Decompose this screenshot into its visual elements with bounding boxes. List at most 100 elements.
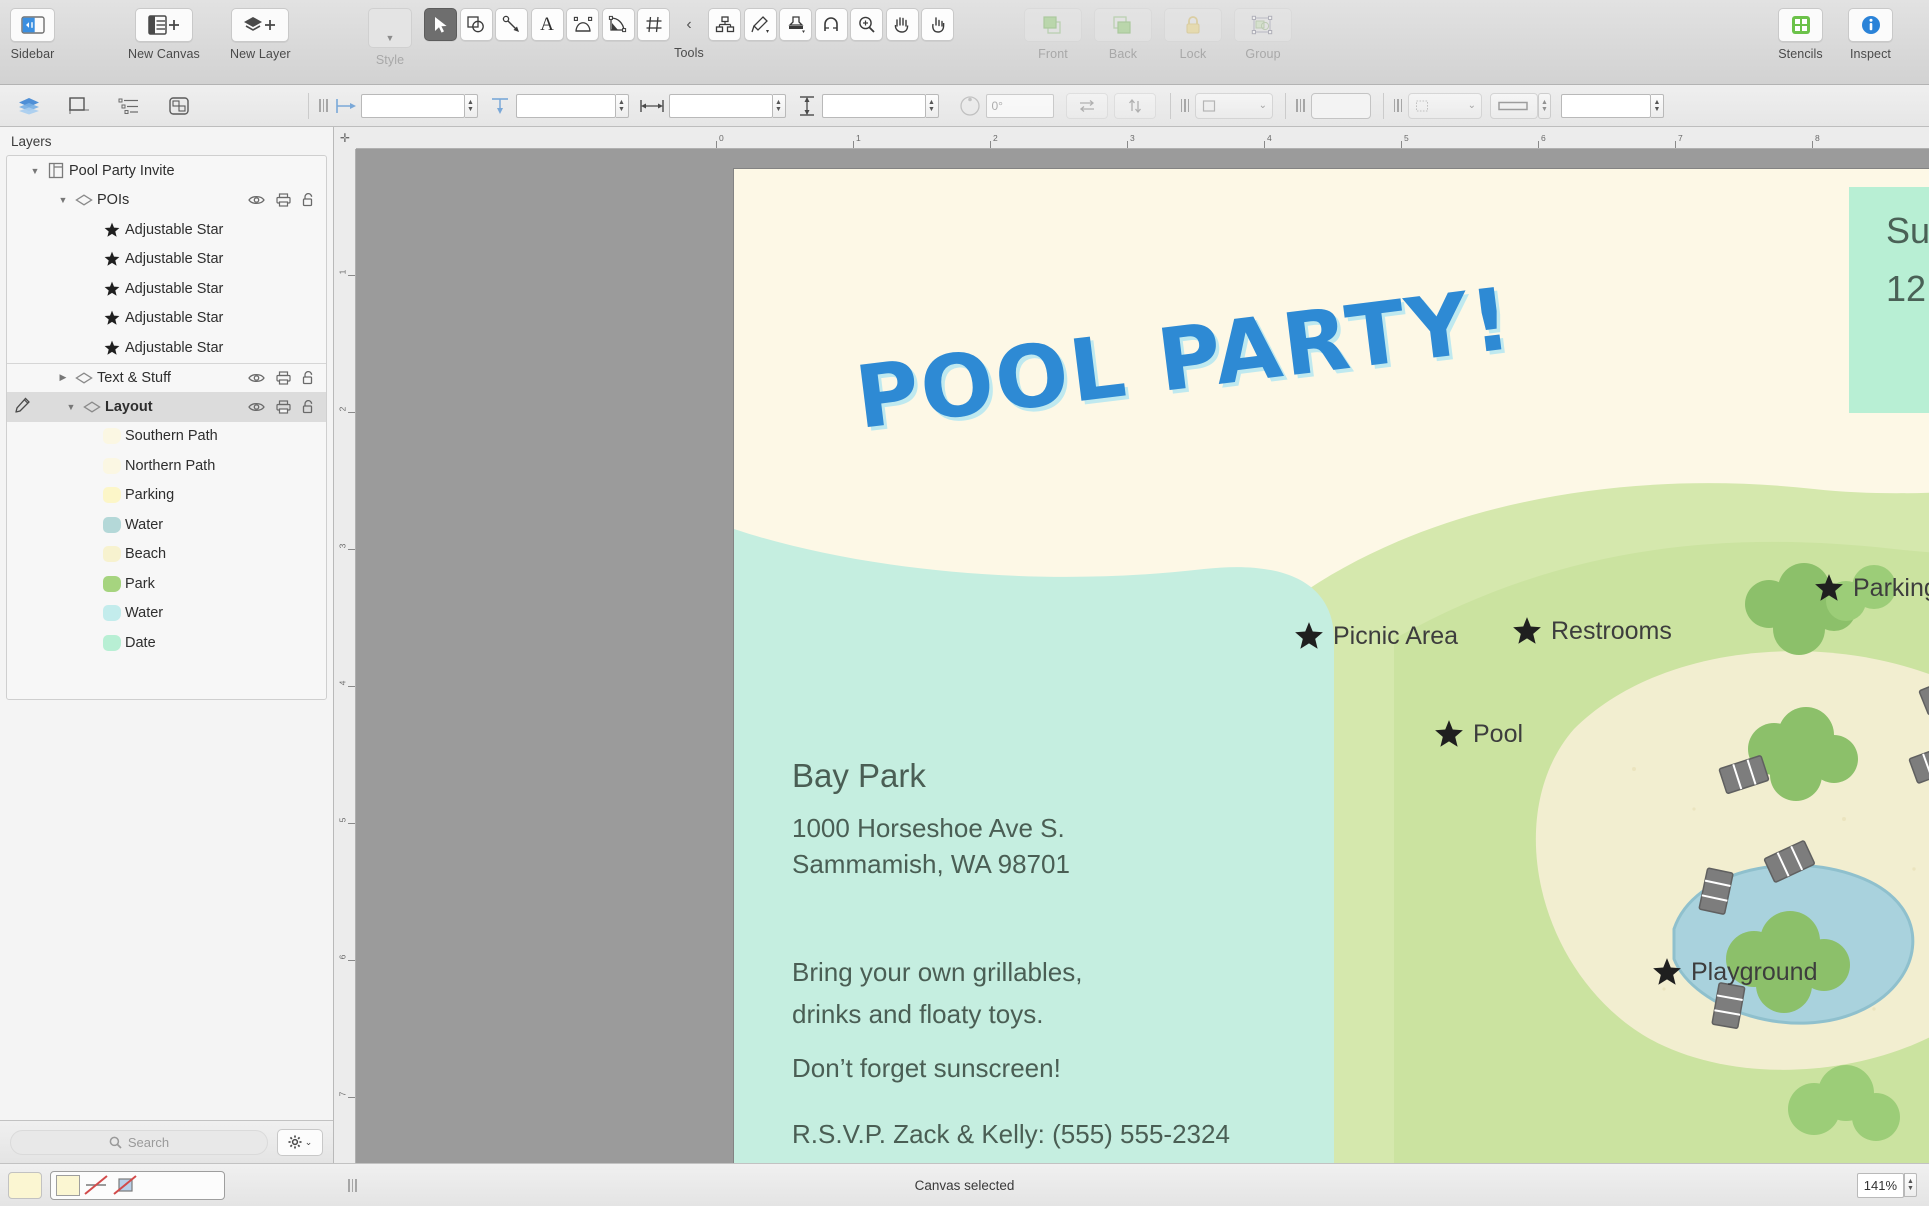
print-icon[interactable] — [276, 400, 291, 414]
disclosure-triangle[interactable]: ▼ — [27, 166, 43, 176]
sidebar-toggle[interactable]: Sidebar — [10, 8, 55, 61]
layer-row-adjustable-star[interactable]: Adjustable Star — [7, 333, 326, 363]
shape-select[interactable]: ⌄ — [1195, 92, 1273, 119]
ruler-origin[interactable]: ✛ — [334, 127, 356, 149]
layer-row-parking[interactable]: Parking — [7, 481, 326, 511]
hand-tool-button[interactable] — [885, 8, 919, 41]
layer-row-adjustable-star[interactable]: Adjustable Star — [7, 274, 326, 304]
vertical-ruler[interactable]: 1 2 3 4 5 6 7 — [334, 149, 356, 1163]
magnet-tool-button[interactable] — [814, 8, 848, 41]
rubber-stamp-button[interactable] — [779, 8, 812, 41]
layer-row-adjustable-star[interactable]: Adjustable Star — [7, 304, 326, 334]
layers-list[interactable]: ▼ Pool Party Invite ▼ POIs Adjustable Star Ad… — [6, 155, 327, 700]
edit-pencil-icon[interactable] — [15, 397, 30, 413]
map-poi-parking[interactable]: Parking — [1814, 573, 1929, 603]
new-canvas-icon-button[interactable] — [134, 8, 193, 42]
layer-row-layout[interactable]: ▼ Layout — [7, 392, 326, 422]
layer-row-pois[interactable]: ▼ POIs — [7, 186, 326, 216]
sidebar-actions-button[interactable]: ⌄ — [277, 1128, 323, 1156]
stencil-panel-button[interactable] — [160, 91, 198, 121]
x-position-stepper[interactable]: ▲ ▼ — [464, 93, 478, 118]
search-input[interactable]: Search — [10, 1129, 268, 1155]
map-poi-pool[interactable]: Pool — [1434, 719, 1523, 749]
visibility-eye-icon[interactable] — [248, 372, 265, 384]
x-position-input[interactable] — [360, 93, 465, 118]
map-poi-playground[interactable]: Playground — [1652, 957, 1817, 987]
line-width-stepper[interactable]: ▲ ▼ — [1538, 92, 1551, 119]
tools-prev-button[interactable]: ‹ — [673, 8, 706, 41]
no-stroke-icon[interactable] — [83, 1174, 109, 1196]
visibility-eye-icon[interactable] — [248, 401, 265, 413]
line-value-input[interactable] — [1561, 93, 1651, 118]
layer-controls[interactable] — [248, 399, 326, 414]
new-layer-icon-button[interactable] — [231, 8, 290, 42]
selection-tool-button[interactable] — [424, 8, 457, 41]
layer-controls[interactable] — [248, 193, 326, 207]
flip-vertical-button[interactable] — [1113, 92, 1156, 119]
disclosure-triangle[interactable]: ▶ — [55, 372, 71, 383]
new-layer-button[interactable]: New Layer — [230, 8, 291, 61]
layer-row-park[interactable]: Park — [7, 569, 326, 599]
layer-lock-icon[interactable] — [302, 370, 315, 385]
style-icon-button[interactable]: ▼ — [368, 8, 412, 48]
inspect-icon-button[interactable] — [1848, 8, 1893, 42]
y-position-stepper[interactable]: ▲ ▼ — [615, 93, 629, 118]
layer-row-text-stuff[interactable]: ▶ Text & Stuff — [7, 362, 326, 393]
lock-icon-button[interactable] — [1164, 8, 1222, 42]
drag-grip-line[interactable] — [1393, 99, 1402, 112]
drag-grip-x[interactable] — [319, 99, 328, 112]
width-stepper[interactable]: ▲ ▼ — [772, 93, 786, 118]
layer-row-water[interactable]: Water — [7, 510, 326, 540]
disclosure-triangle[interactable]: ▼ — [63, 402, 79, 412]
sidebar-icon-button[interactable] — [10, 8, 55, 42]
rotation-input[interactable]: 0° — [985, 93, 1054, 118]
visibility-eye-icon[interactable] — [248, 194, 265, 206]
line-tool-button[interactable] — [495, 8, 528, 41]
stencils-icon-button[interactable] — [1778, 8, 1823, 42]
layer-row-beach[interactable]: Beach — [7, 540, 326, 570]
no-shadow-icon[interactable] — [112, 1174, 138, 1196]
group-icon-button[interactable] — [1234, 8, 1292, 42]
rotation-dial-icon[interactable] — [959, 95, 981, 117]
stencils-button[interactable]: Stencils — [1778, 8, 1823, 61]
bezier-tool-button[interactable] — [601, 8, 635, 41]
style-button[interactable]: ▼ Style — [368, 8, 412, 67]
line-style-select[interactable]: ⌄ — [1408, 92, 1482, 119]
pen-shape-tool-button[interactable] — [566, 8, 599, 41]
current-fill-swatch[interactable] — [8, 1171, 42, 1199]
outline-panel-button[interactable] — [110, 91, 148, 121]
drag-grip-status[interactable] — [348, 1178, 357, 1192]
diagram-tool-button[interactable] — [708, 8, 741, 41]
flip-horizontal-button[interactable] — [1065, 92, 1108, 119]
layers-panel-button[interactable] — [10, 91, 48, 121]
group-button[interactable]: Group — [1234, 8, 1292, 61]
bring-front-button[interactable]: Front — [1024, 8, 1082, 61]
line-value-stepper[interactable]: ▲ ▼ — [1651, 93, 1664, 118]
text-tool-button[interactable]: A — [530, 8, 564, 41]
layer-row-adjustable-star[interactable]: Adjustable Star — [7, 245, 326, 275]
fill-color-chip[interactable] — [56, 1174, 80, 1196]
fill-stroke-controls[interactable] — [50, 1170, 225, 1200]
new-canvas-button[interactable]: New Canvas — [128, 8, 200, 61]
zoom-value[interactable]: 141% — [1856, 1172, 1904, 1198]
canvas-scroll[interactable]: POOL PARTY! Sunday, July 17 12:00pm–5:00… — [356, 149, 1929, 1163]
layer-row-adjustable-star[interactable]: Adjustable Star — [7, 215, 326, 245]
layer-row-pool-party-invite[interactable]: ▼ Pool Party Invite — [7, 156, 326, 186]
zoom-control[interactable]: 141% ▲ ▼ — [1856, 1172, 1917, 1198]
line-width-preview[interactable] — [1490, 92, 1538, 119]
grid-tool-button[interactable] — [637, 8, 670, 41]
width-input[interactable] — [668, 93, 773, 118]
map-poi-restrooms[interactable]: Restrooms — [1512, 616, 1672, 646]
map-poi-picnic-area[interactable]: Picnic Area — [1294, 621, 1458, 651]
style-brush-button[interactable] — [743, 8, 777, 41]
fill-color-swatch[interactable] — [1310, 92, 1371, 119]
disclosure-triangle[interactable]: ▼ — [55, 195, 71, 205]
horizontal-ruler[interactable]: 012345678910 — [334, 127, 1929, 149]
canvas-panel-button[interactable] — [60, 91, 98, 121]
drag-grip-shape[interactable] — [1180, 99, 1189, 112]
y-position-input[interactable] — [515, 93, 616, 118]
layer-row-northern-path[interactable]: Northern Path — [7, 451, 326, 481]
zoom-tool-button[interactable] — [850, 8, 883, 41]
canvas-area[interactable]: ✛ 012345678910 1234567 — [334, 127, 1929, 1163]
layer-row-date[interactable]: Date — [7, 628, 326, 658]
